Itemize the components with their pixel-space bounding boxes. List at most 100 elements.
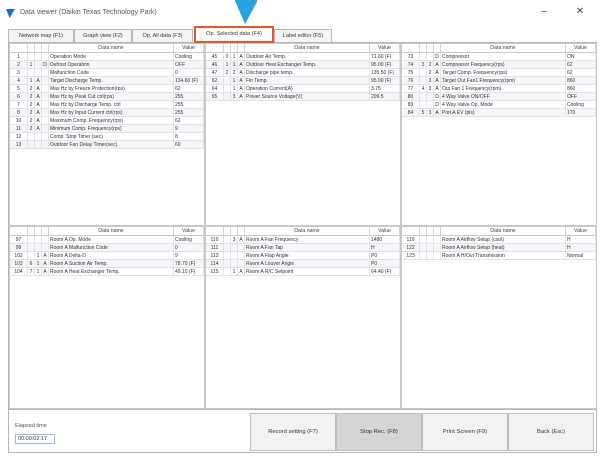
table-row[interactable]: 97 Room A Op. Mode Cooling: [10, 236, 204, 244]
table-row[interactable]: 62 1 A Fin Temp. 95.00 (F): [206, 77, 400, 85]
tab-label-editor[interactable]: Label editor (F5): [274, 29, 332, 42]
table-row[interactable]: 4 1 A Target Discharge Temp. 134.60 (F): [10, 77, 204, 85]
cell-flag-1: 2: [28, 101, 35, 108]
close-button[interactable]: ✕: [570, 5, 590, 19]
table-row[interactable]: 103 6 1 A Room A Suction Air Temp. 78.70 (F): [10, 260, 204, 268]
table-row[interactable]: 75 2 A Target Comp. Frequency(rps) 62: [402, 69, 596, 77]
table-row[interactable]: 6 2 A Max Hz by Peak Cut ctrl(rps) 255: [10, 93, 204, 101]
table-row[interactable]: 84 5 3 A Port A EV (pls) 170: [402, 109, 596, 117]
table-row[interactable]: 10 2 A Maximum Comp. Frequency(rps) 62: [10, 117, 204, 125]
cell-flag-2: [427, 244, 434, 251]
cell-data-name: Outdoor Air Temp.: [245, 53, 370, 60]
table-row[interactable]: 11 2 A Minimum Comp. Frequency(rps) 9: [10, 125, 204, 133]
cell-flag-3: A: [238, 85, 245, 92]
cell-number: 5: [10, 85, 28, 92]
table-row[interactable]: 119 Room A Airflow Setup (cool) H: [402, 236, 596, 244]
tab-graph-view[interactable]: Graph view (F2): [74, 29, 132, 42]
cell-flag-3: [42, 53, 49, 60]
cell-flag-3: [42, 117, 49, 124]
cell-data-name: Room A Malfunction Code: [49, 244, 174, 251]
table-row[interactable]: 65 3 A Power Source Voltage(V) 209.5: [206, 93, 400, 101]
table-row[interactable]: 47 2 2 A Discharge pipe temp. 135.50 (F): [206, 69, 400, 77]
tab-op-selected-data[interactable]: Op. Selected data (F4): [194, 26, 274, 43]
cell-value: 255: [174, 93, 204, 100]
table-row[interactable]: 83 D 4 Way Valve Op. Mode Cooling: [402, 101, 596, 109]
elapsed-time-value: 00:00:02:17: [15, 434, 55, 444]
print-screen-button[interactable]: Print Screen (F9): [422, 413, 508, 451]
table-row[interactable]: 73 D Compressor ON: [402, 53, 596, 61]
cell-flag-2: [35, 244, 42, 251]
cell-number: 47: [206, 69, 224, 76]
table-row[interactable]: 102 1 A Room A Delta-D 9: [10, 252, 204, 260]
table-row[interactable]: 114 Room A Louver Angle P0: [206, 260, 400, 268]
cell-value: 255: [174, 101, 204, 108]
cell-value: 62: [566, 69, 596, 76]
cell-number: 84: [402, 109, 420, 116]
table-row[interactable]: 12 Comp. Stop Timer (sec) 8: [10, 133, 204, 141]
table-row[interactable]: 46 1 1 A Outdoor Heat Exchanger Temp. 95.00 (…: [206, 61, 400, 69]
table-row[interactable]: 77 4 3 A Out Fan 1 Frequency(rpm) 860: [402, 85, 596, 93]
cell-value: 3.75: [370, 85, 400, 92]
table-row[interactable]: 13 Outdoor Fan Delay Timer(sec) 60: [10, 141, 204, 149]
table-row[interactable]: 113 Room A Flap Angle P0: [206, 252, 400, 260]
cell-value: P0: [370, 252, 400, 259]
table-row[interactable]: 7 2 A Max Hz by Discharge Temp. ctrl 255: [10, 101, 204, 109]
column-header-blank: [224, 227, 231, 235]
cell-data-name: Max Hz by Discharge Temp. ctrl: [49, 101, 174, 108]
tab-op-all-data[interactable]: Op. All data (F3): [132, 29, 193, 42]
table-row[interactable]: 5 2 A Max Hz by Freeze Protection(rps) 62: [10, 85, 204, 93]
cell-flag-2: 1: [231, 85, 238, 92]
table-row[interactable]: 64 1 A Operation Current(A) 3.75: [206, 85, 400, 93]
column-header-blank: [42, 44, 49, 52]
cell-flag-2: 1: [231, 77, 238, 84]
cell-number: 6: [10, 93, 28, 100]
table-row[interactable]: 122 Room A Airflow Setup (heat) H: [402, 244, 596, 252]
column-header-blank: [10, 44, 28, 52]
column-header-blank: [28, 227, 35, 235]
table-row[interactable]: 80 D 4 Way Valve ON/OFF OFF: [402, 93, 596, 101]
cell-data-name: Malfunction Code: [49, 69, 174, 76]
table-row[interactable]: 110 3 A Room A Fan Frequency 1480: [206, 236, 400, 244]
column-header-blank: [224, 44, 231, 52]
cell-flag-3: [42, 85, 49, 92]
cell-flag-3: A: [238, 236, 245, 243]
table-row[interactable]: 115 1 A Room A R/C Setpoint 64.40 (F): [206, 268, 400, 276]
data-panel: Data name Value 45 0 1 A Outdoor Air Temp. 71.6…: [205, 43, 401, 226]
cell-flag-1: [224, 93, 231, 100]
cell-value: 1480: [370, 236, 400, 243]
table-row[interactable]: 104 7 1 A Room A Heat Exchanger Temp. 49.10 (…: [10, 268, 204, 276]
cell-flag-1: [420, 69, 427, 76]
stop-rec-button[interactable]: Stop Rec. (F8): [336, 413, 422, 451]
cell-number: 10: [10, 117, 28, 124]
table-row[interactable]: 99 Room A Malfunction Code 0: [10, 244, 204, 252]
table-row[interactable]: 123 Room A H/Out Transmission Normal: [402, 252, 596, 260]
table-row[interactable]: 1 Operation Mode Cooling: [10, 53, 204, 61]
cell-data-name: Outdoor Heat Exchanger Temp.: [245, 61, 370, 68]
table-row[interactable]: 76 3 A Target Out Fan1 Frequency(rpm) 860: [402, 77, 596, 85]
table-row[interactable]: 74 3 2 A Compressor Frequency(rps) 62: [402, 61, 596, 69]
cell-flag-1: 2: [28, 85, 35, 92]
table-row[interactable]: 2 1 D Defrost Operation OFF: [10, 61, 204, 69]
minimize-button[interactable]: –: [534, 5, 554, 19]
tab-network-map[interactable]: Network map (F1): [8, 29, 74, 42]
cell-flag-3: A: [434, 61, 441, 68]
cell-data-name: Max Hz by Peak Cut ctrl(rps): [49, 93, 174, 100]
cell-flag-1: [420, 53, 427, 60]
table-row[interactable]: 8 2 A Max Hz by Input Current ctrl(rps) 255: [10, 109, 204, 117]
cell-flag-1: 4: [420, 85, 427, 92]
cell-flag-1: [420, 252, 427, 259]
table-row[interactable]: 3 Malfunction Code 0: [10, 69, 204, 77]
table-row[interactable]: 111 Room A Fan Tap H: [206, 244, 400, 252]
cell-flag-3: A: [42, 268, 49, 275]
cell-flag-3: [42, 141, 49, 148]
cell-number: 1: [10, 53, 28, 60]
cell-number: 77: [402, 85, 420, 92]
cell-flag-1: [224, 77, 231, 84]
cell-flag-1: 1: [224, 61, 231, 68]
column-header-value: Value: [370, 227, 400, 235]
table-row[interactable]: 45 0 1 A Outdoor Air Temp. 71.60 (F): [206, 53, 400, 61]
cell-value: 170: [566, 109, 596, 116]
panel-header: Data name Value: [10, 227, 204, 236]
record-setting-button[interactable]: Record setting (F7): [250, 413, 336, 451]
back-button[interactable]: Back (Esc): [508, 413, 594, 451]
